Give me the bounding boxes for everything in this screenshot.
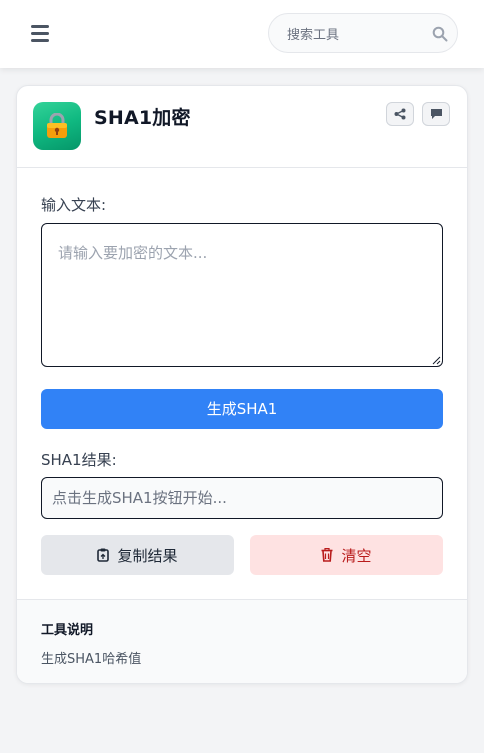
input-textarea[interactable] (41, 223, 443, 367)
search-box (268, 13, 458, 53)
tool-card: SHA1加密 输入文本: 生成SHA1 SHA1结果: (16, 85, 468, 684)
tool-header: SHA1加密 (17, 86, 467, 168)
description-title: 工具说明 (41, 623, 94, 638)
tool-description-section: 工具说明 生成SHA1哈希值 (17, 599, 467, 683)
resize-handle-icon[interactable] (432, 356, 441, 365)
comment-icon (431, 109, 442, 119)
lock-icon (47, 113, 67, 138)
copy-result-button[interactable]: 复制结果 (41, 535, 234, 575)
comment-button[interactable] (422, 102, 450, 126)
clear-label: 清空 (341, 546, 372, 565)
result-label: SHA1结果: (41, 451, 117, 469)
tool-app-icon (33, 102, 81, 150)
clear-button[interactable]: 清空 (250, 535, 443, 575)
share-button[interactable] (386, 102, 414, 126)
copy-result-label: 复制结果 (117, 546, 178, 565)
share-icon (394, 108, 406, 120)
input-label: 输入文本: (41, 196, 107, 214)
search-icon[interactable] (432, 26, 448, 42)
search-input[interactable] (285, 23, 429, 47)
top-bar (0, 0, 484, 68)
generate-sha1-button[interactable]: 生成SHA1 (41, 389, 443, 429)
tool-title: SHA1加密 (94, 107, 191, 129)
description-text: 生成SHA1哈希值 (41, 652, 142, 667)
trash-icon (321, 548, 333, 562)
clipboard-icon (97, 548, 110, 562)
result-field[interactable] (41, 477, 443, 519)
hamburger-menu-icon[interactable] (31, 25, 49, 42)
